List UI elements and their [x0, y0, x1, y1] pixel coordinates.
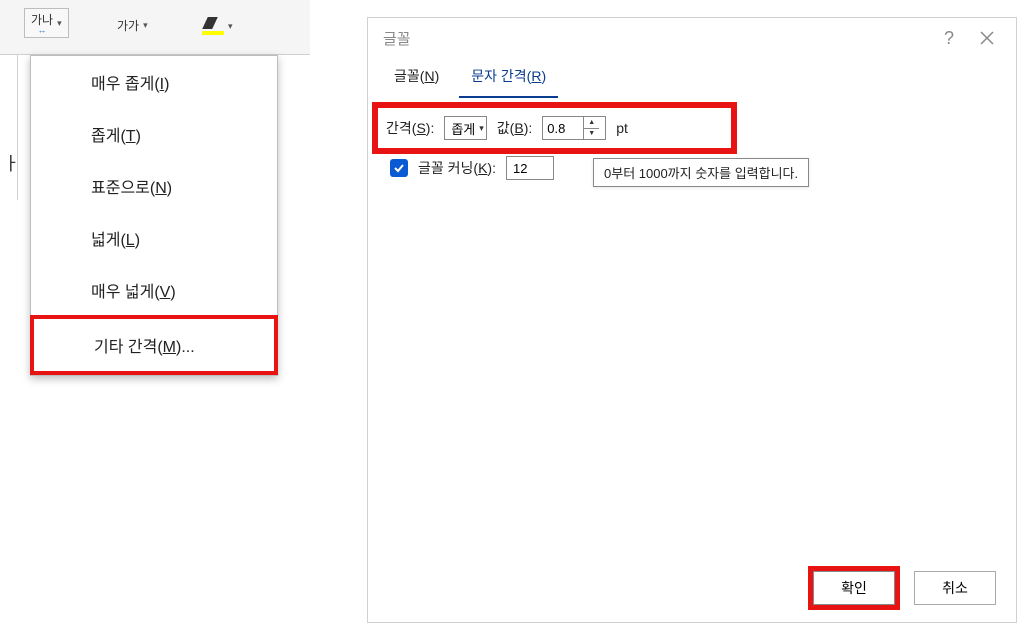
check-icon	[393, 162, 405, 174]
dialog-tabs: 글꼴(N) 문자 간격(R)	[368, 58, 1016, 98]
tab-font[interactable]: 글꼴(N)	[382, 58, 451, 98]
close-icon	[980, 31, 994, 45]
ok-button-highlight: 확인	[808, 566, 900, 610]
spacing-row-highlight: 간격(S): 좁게 ▾ 값(B): ▲ ▼ pt	[372, 102, 737, 154]
char-spacing-dropdown-button[interactable]: 가나 ↔ ▾	[24, 8, 69, 38]
menu-item-very-narrow[interactable]: 매우 좁게(I)	[31, 56, 277, 108]
spacing-select-value: 좁게	[451, 119, 475, 138]
ok-button[interactable]: 확인	[813, 571, 895, 605]
menu-item-normal[interactable]: 표준으로(N)	[31, 160, 277, 212]
spacing-select[interactable]: 좁게 ▾	[444, 116, 486, 140]
cancel-button[interactable]: 취소	[914, 571, 996, 605]
highlighter-button[interactable]: ▾	[195, 14, 240, 38]
font-dialog: 글꼴 ? 글꼴(N) 문자 간격(R) 간격(S): 좁게 ▾ 값(B):	[367, 17, 1017, 623]
close-button[interactable]	[968, 23, 1006, 53]
validation-tooltip: 0부터 1000까지 숫자를 입력합니다.	[593, 158, 809, 187]
kerning-value-input[interactable]	[506, 156, 554, 180]
dialog-body: 간격(S): 좁게 ▾ 값(B): ▲ ▼ pt	[368, 98, 1016, 562]
value-spinner[interactable]: ▲ ▼	[542, 116, 606, 140]
menu-item-more-spacing[interactable]: 기타 간격(M)...	[30, 315, 278, 375]
spinner-down-icon[interactable]: ▼	[584, 129, 599, 140]
highlighter-icon	[202, 17, 224, 35]
char-spacing-menu: 매우 좁게(I) 좁게(T) 표준으로(N) 넓게(L) 매우 넓게(V) 기타…	[30, 55, 278, 376]
arrows-icon: ↔	[38, 26, 47, 35]
menu-item-narrow[interactable]: 좁게(T)	[31, 108, 277, 160]
value-label: 값(B):	[497, 118, 532, 138]
spinner-up-icon[interactable]: ▲	[584, 117, 599, 129]
spacing-label: 간격(S):	[386, 118, 434, 138]
dialog-title: 글꼴	[383, 28, 411, 49]
kerning-row: 글꼴 커닝(K):	[390, 156, 554, 180]
help-button[interactable]: ?	[930, 23, 968, 53]
partial-panel-border	[0, 55, 18, 200]
ribbon-toolbar: 가나 ↔ ▾ 가가 ▾ ▾	[0, 0, 310, 55]
pt-label: pt	[616, 120, 628, 136]
chevron-down-icon: ▾	[228, 21, 233, 32]
dialog-titlebar: 글꼴 ?	[368, 18, 1016, 58]
chevron-down-icon: ▾	[479, 123, 484, 134]
menu-item-very-wide[interactable]: 매우 넓게(V)	[31, 264, 277, 316]
chevron-down-icon: ▾	[57, 18, 62, 29]
dialog-footer: 확인 취소	[368, 562, 1016, 622]
font-sample: 가가	[117, 17, 139, 34]
font-button[interactable]: 가가 ▾	[110, 14, 155, 37]
menu-item-wide[interactable]: 넓게(L)	[31, 212, 277, 264]
tab-char-spacing[interactable]: 문자 간격(R)	[459, 58, 558, 98]
chevron-down-icon: ▾	[143, 20, 148, 31]
value-input[interactable]	[543, 117, 583, 139]
kerning-checkbox[interactable]	[390, 159, 408, 177]
partial-text-left: ㅏ	[3, 150, 20, 176]
kerning-label: 글꼴 커닝(K):	[418, 158, 496, 178]
